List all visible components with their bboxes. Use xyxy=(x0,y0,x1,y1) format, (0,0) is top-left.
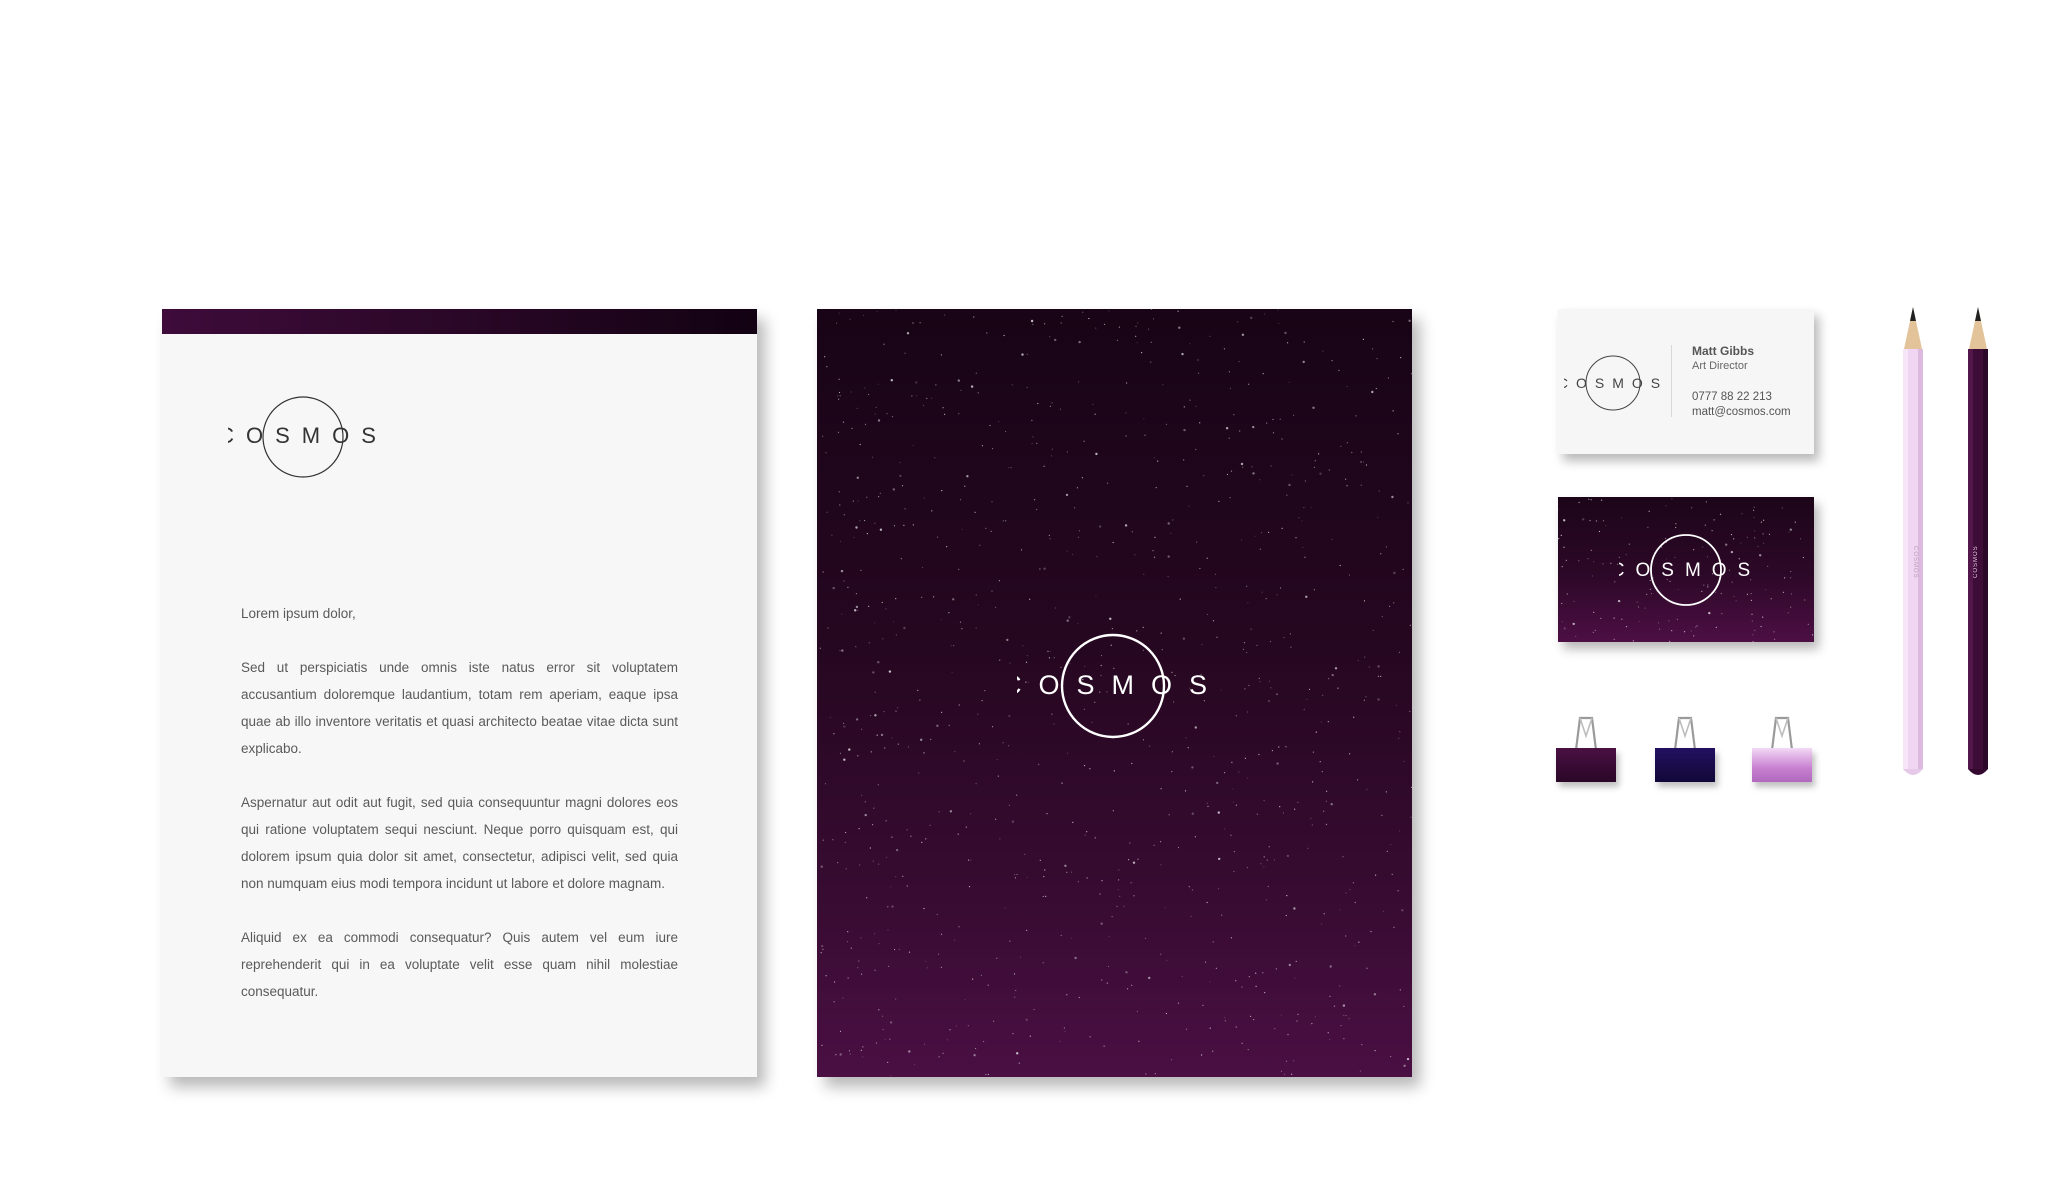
card-divider xyxy=(1671,345,1672,417)
letterhead: COSMOS Lorem ipsum dolor, Sed ut perspic… xyxy=(162,309,757,1077)
letter-paragraph: Aliquid ex ea commodi consequatur? Quis … xyxy=(241,930,678,999)
letter-paragraph: Aspernatur aut odit aut fugit, sed quia … xyxy=(241,795,678,891)
binder-clip xyxy=(1655,712,1715,792)
business-card-back: COSMOS xyxy=(1558,497,1814,642)
letter-greeting: Lorem ipsum dolor, xyxy=(241,606,356,621)
pencil-dark: COSMOS xyxy=(1965,307,1991,783)
pencil-brand-label: COSMOS xyxy=(1912,545,1918,579)
svg-text:COSMOS: COSMOS xyxy=(1564,375,1662,391)
pencil-brand-label: COSMOS xyxy=(1973,545,1979,579)
cosmos-logo-icon: COSMOS xyxy=(228,396,378,478)
card-role: Art Director xyxy=(1692,360,1748,372)
svg-text:COSMOS: COSMOS xyxy=(1017,670,1209,700)
card-email: matt@cosmos.com xyxy=(1692,406,1791,418)
pencil-light: COSMOS xyxy=(1900,307,1926,783)
svg-text:COSMOS: COSMOS xyxy=(1619,560,1753,581)
binder-clip xyxy=(1752,712,1812,792)
cosmos-logo-icon: COSMOS xyxy=(1017,633,1209,739)
card-phone: 0777 88 22 213 xyxy=(1692,391,1772,403)
svg-text:COSMOS: COSMOS xyxy=(228,423,378,448)
card-name: Matt Gibbs xyxy=(1692,344,1754,358)
binder-clip xyxy=(1556,712,1616,792)
letter-body: Lorem ipsum dolor, Sed ut perspiciatis u… xyxy=(241,600,678,1032)
folder-cover: COSMOS xyxy=(817,309,1412,1077)
business-card-front: COSMOS Matt Gibbs Art Director 0777 88 2… xyxy=(1558,309,1814,454)
card-details: Matt Gibbs Art Director 0777 88 22 213 m… xyxy=(1692,344,1791,420)
letter-paragraph: Sed ut perspiciatis unde omnis iste natu… xyxy=(241,660,678,756)
cosmos-logo-icon: COSMOS xyxy=(1619,534,1753,606)
letterhead-band xyxy=(162,309,757,334)
cosmos-logo-icon: COSMOS xyxy=(1564,355,1662,411)
